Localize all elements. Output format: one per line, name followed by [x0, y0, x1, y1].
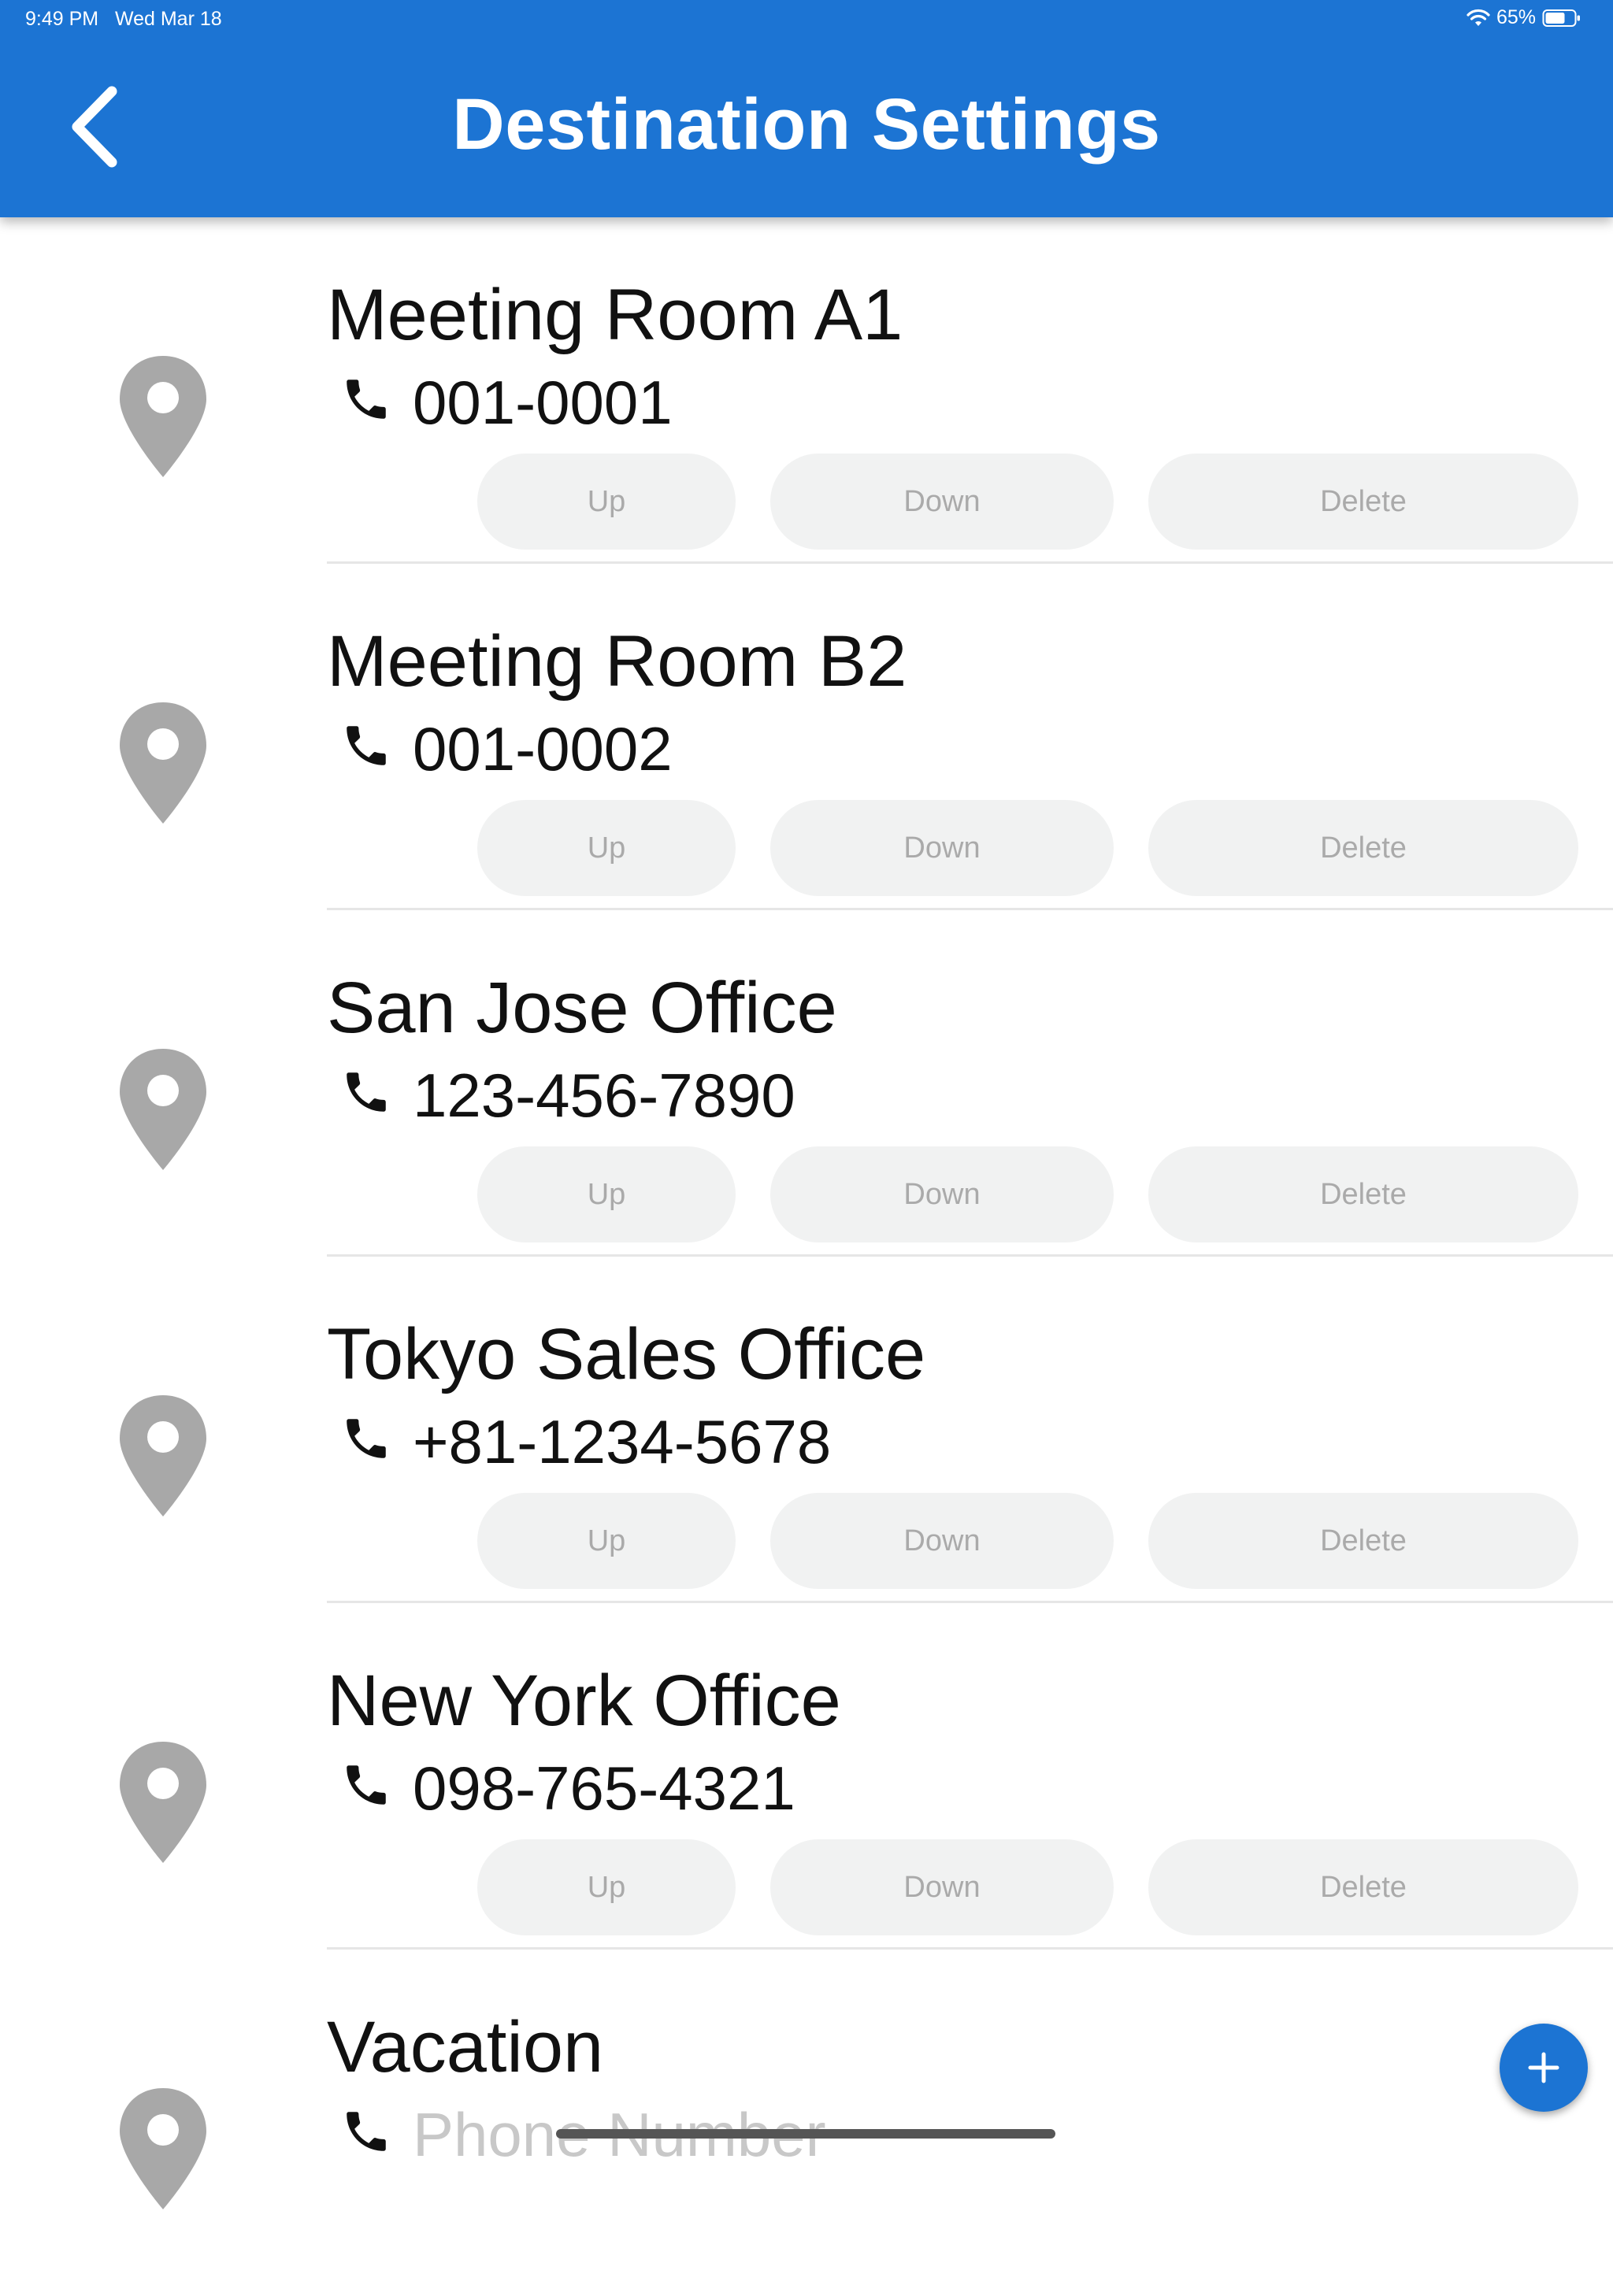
plus-icon — [1528, 2052, 1559, 2083]
destination-row: Vacation Phone Number — [0, 1950, 1613, 2296]
delete-button[interactable]: Delete — [1148, 1146, 1578, 1242]
map-pin-icon — [120, 356, 206, 477]
map-pin-icon — [120, 2088, 206, 2209]
destination-row: New York Office 098-765-4321 Up Down Del… — [0, 1603, 1613, 1950]
destination-phone: +81-1234-5678 — [413, 1407, 832, 1476]
move-up-button[interactable]: Up — [477, 800, 736, 896]
destination-phone: 001-0002 — [413, 714, 673, 783]
move-up-button[interactable]: Up — [477, 1493, 736, 1589]
destination-phone: 001-0001 — [413, 368, 673, 437]
move-up-button[interactable]: Up — [477, 454, 736, 550]
map-pin-icon — [120, 1395, 206, 1516]
move-down-button[interactable]: Down — [770, 1839, 1114, 1935]
map-pin-icon — [120, 702, 206, 824]
destination-name: New York Office — [327, 1661, 841, 1741]
move-down-button[interactable]: Down — [770, 1146, 1114, 1242]
battery-icon — [1542, 9, 1580, 27]
add-destination-button[interactable] — [1500, 2024, 1588, 2112]
delete-button[interactable]: Delete — [1148, 454, 1578, 550]
phone-icon — [347, 380, 386, 419]
phone-icon — [347, 1765, 386, 1805]
app-header: 9:49 PM Wed Mar 18 65% Destination Setti… — [0, 0, 1613, 217]
page-title: Destination Settings — [452, 84, 1161, 165]
move-up-button[interactable]: Up — [477, 1839, 736, 1935]
destination-row: Tokyo Sales Office +81-1234-5678 Up Down… — [0, 1257, 1613, 1603]
status-bar-time: 9:49 PM Wed Mar 18 — [25, 8, 222, 30]
home-indicator[interactable] — [556, 2129, 1055, 2139]
move-down-button[interactable]: Down — [770, 454, 1114, 550]
destination-row: San Jose Office 123-456-7890 Up Down Del… — [0, 910, 1613, 1257]
destination-name: Meeting Room A1 — [327, 275, 903, 355]
destination-name: San Jose Office — [327, 968, 837, 1048]
delete-button[interactable]: Delete — [1148, 1493, 1578, 1589]
move-up-button[interactable]: Up — [477, 1146, 736, 1242]
phone-icon — [347, 2112, 386, 2151]
destination-phone: 098-765-4321 — [413, 1753, 795, 1823]
destination-row: Meeting Room B2 001-0002 Up Down Delete — [0, 564, 1613, 910]
phone-icon — [347, 1419, 386, 1458]
destination-phone: 123-456-7890 — [413, 1061, 795, 1130]
move-down-button[interactable]: Down — [770, 800, 1114, 896]
phone-icon — [347, 726, 386, 765]
move-down-button[interactable]: Down — [770, 1493, 1114, 1589]
status-bar-right: 65% — [1467, 6, 1581, 29]
map-pin-icon — [120, 1049, 206, 1170]
map-pin-icon — [120, 1742, 206, 1863]
destination-name: Meeting Room B2 — [327, 621, 907, 702]
destination-list: Meeting Room A1 001-0001 Up Down Delete … — [0, 217, 1613, 2296]
delete-button[interactable]: Delete — [1148, 800, 1578, 896]
destination-row: Meeting Room A1 001-0001 Up Down Delete — [0, 217, 1613, 564]
destination-name: Vacation — [327, 2007, 604, 2087]
destination-name: Tokyo Sales Office — [327, 1314, 926, 1394]
delete-button[interactable]: Delete — [1148, 1839, 1578, 1935]
phone-icon — [347, 1072, 386, 1112]
battery-percent: 65% — [1496, 6, 1536, 28]
wifi-icon — [1467, 9, 1490, 26]
